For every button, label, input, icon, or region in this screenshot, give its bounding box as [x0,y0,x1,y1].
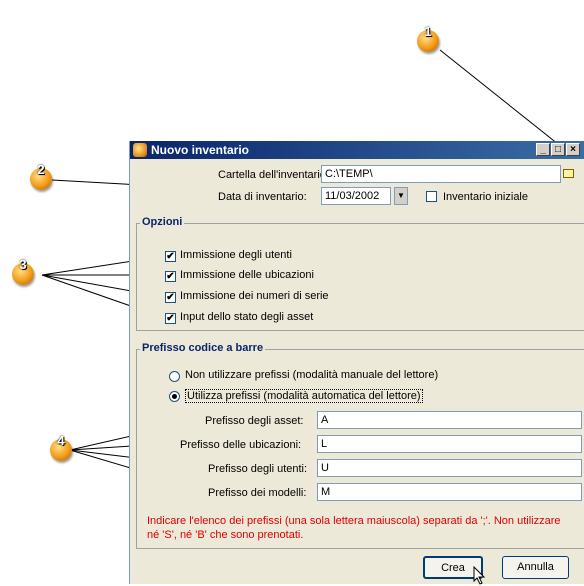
location-prefix-label: Prefisso delle ubicazioni: [180,439,302,451]
callout-2: 2 [30,162,52,190]
window-title: Nuovo inventario [151,143,250,157]
model-prefix-label: Prefisso dei modelli: [208,487,307,499]
use-prefix-label: Utilizza prefissi (modalità automatica d… [185,389,423,403]
prefix-instructions: Indicare l'elenco dei prefissi (una sola… [147,515,561,541]
callout-1: 1 [417,24,439,52]
asset-prefix-label: Prefisso degli asset: [205,415,304,427]
title-bar: Nuovo inventario _ □ × [130,141,584,159]
mouse-cursor-icon [473,566,486,585]
location-prefix-input[interactable]: L [317,435,582,453]
no-prefix-radio[interactable] [169,371,180,382]
folder-browse-icon[interactable] [563,169,574,178]
folder-input[interactable]: C:\TEMP\ [321,165,561,183]
barcode-title: Prefisso codice a barre [140,342,266,354]
options-title: Opzioni [140,216,185,228]
asset-prefix-input[interactable]: A [317,411,582,429]
serial-numbers-checkbox[interactable]: ✔ [165,292,176,303]
model-prefix-input[interactable]: M [317,483,582,501]
folder-label: Cartella dell'inventario: [218,169,329,181]
app-icon [133,143,147,157]
callout-4: 4 [50,433,72,461]
users-entry-checkbox[interactable]: ✔ [165,251,176,262]
users-entry-label: Immissione degli utenti [180,249,292,261]
maximize-button[interactable]: □ [551,143,565,156]
new-inventory-dialog: Nuovo inventario _ □ × Cartella dell'inv… [129,141,584,585]
asset-status-label: Input dello stato degli asset [180,311,314,323]
minimize-button[interactable]: _ [536,143,550,156]
locations-entry-label: Immissione delle ubicazioni [180,269,314,281]
asset-status-checkbox[interactable]: ✔ [165,313,176,324]
cancel-button[interactable]: Annulla [502,556,569,579]
no-prefix-label: Non utilizzare prefissi (modalità manual… [185,369,439,381]
serial-numbers-label: Immissione dei numeri di serie [180,290,329,302]
initial-inventory-checkbox[interactable] [426,191,437,202]
initial-inventory-label: Inventario iniziale [443,191,528,203]
close-button[interactable]: × [566,143,580,156]
user-prefix-input[interactable]: U [317,459,582,477]
date-label: Data di inventario: [218,191,307,203]
locations-entry-checkbox[interactable]: ✔ [165,271,176,282]
use-prefix-radio[interactable] [169,391,180,402]
date-input[interactable]: 11/03/2002 [321,187,391,205]
callout-3: 3 [12,257,34,285]
user-prefix-label: Prefisso degli utenti: [208,463,308,475]
date-dropdown-arrow-icon[interactable]: ▼ [394,187,408,205]
